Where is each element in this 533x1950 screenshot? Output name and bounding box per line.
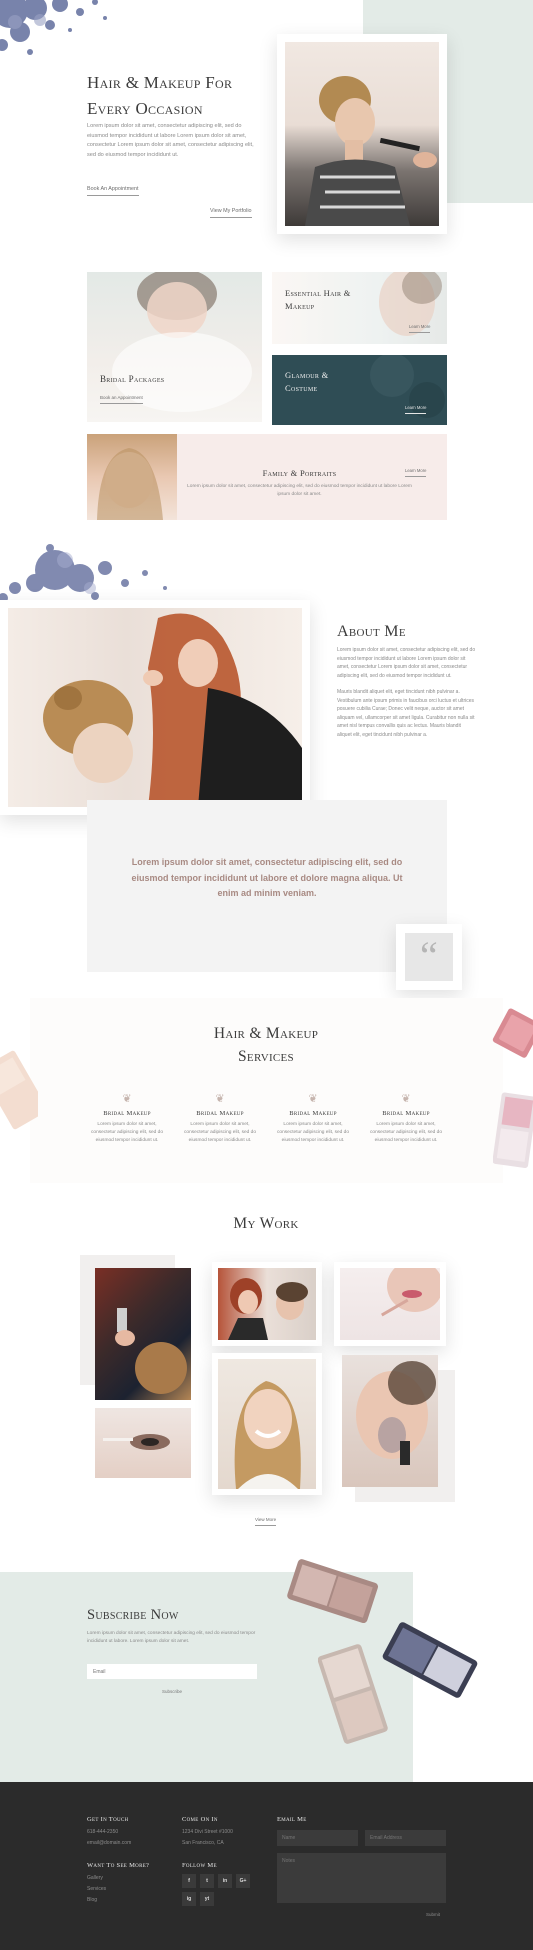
hero-photo [285,42,439,226]
service-item: ❦ Bridal Makeup Lorem ipsum dolor sit am… [180,1092,260,1145]
service-title: Bridal Makeup [382,1110,430,1117]
gallery-photo-brush[interactable] [342,1355,438,1487]
footer-come-title: Come On In [182,1816,218,1823]
subscribe-button[interactable]: Subscribe [155,1686,189,1696]
service-title: Bridal Makeup [103,1110,151,1117]
footer-notes-input[interactable] [277,1853,446,1903]
eyeshadow-palette-decoration-2 [317,1640,388,1750]
twitter-icon[interactable]: t [200,1874,214,1888]
quote-block: Lorem ipsum dolor sit amet, consectetur … [87,800,447,972]
about-photo-frame [0,600,310,815]
glamour-learn-more-link[interactable]: Learn More [405,405,427,414]
comb-icon: ❦ [308,1093,318,1105]
instagram-icon[interactable]: ig [182,1892,196,1906]
footer-more-title: Want To See More? [87,1862,150,1869]
service-item: ❦ Bridal Makeup Lorem ipsum dolor sit am… [87,1092,167,1145]
gallery-photo-hairspray[interactable] [95,1268,191,1400]
footer-touch-title: Get In Touch [87,1816,129,1823]
footer-link-services[interactable]: Services [87,1886,106,1892]
essential-learn-more-link[interactable]: Learn More [409,324,431,333]
footer: Get In Touch 618-444-2350 email@domain.c… [0,1782,533,1950]
glamour-package-title: Glamour & Costume [285,370,329,393]
service-text: Lorem ipsum dolor sit amet, consectetur … [184,1122,256,1143]
compact-powder-decoration-right-2 [492,1090,533,1169]
bridal-book-link[interactable]: Book an Appointment [100,395,143,404]
work-title: My Work [233,1215,299,1232]
quote-mark-box: “ [396,924,462,990]
about-photo [8,608,302,807]
subscribe-email-input[interactable] [87,1664,257,1679]
gallery-frame [334,1260,446,1346]
facebook-icon[interactable]: f [182,1874,196,1888]
footer-email[interactable]: email@domain.com [87,1840,131,1846]
youtube-icon[interactable]: yt [200,1892,214,1906]
hero-photo-frame [277,34,447,234]
quote-mark-icon: “ [419,933,439,978]
service-text: Lorem ipsum dolor sit amet, consectetur … [91,1122,163,1143]
quote-text: Lorem ipsum dolor sit amet, consectetur … [131,857,403,898]
about-title: About Me [337,623,406,640]
service-title: Bridal Makeup [196,1110,244,1117]
bridal-package-title: Bridal Packages [100,374,165,384]
gallery-photo-artist[interactable] [218,1268,316,1340]
essential-package-title: Essential Hair & Makeup [285,288,351,311]
glamour-package-card[interactable]: Glamour & Costume Learn More [272,355,447,425]
bridal-package-card[interactable]: Bridal Packages Book an Appointment [87,272,262,422]
view-portfolio-link[interactable]: View My Portfolio [210,208,252,218]
footer-submit-button[interactable]: Submit [420,1909,446,1919]
footer-address-2: San Francisco, CA [182,1840,224,1846]
comb-icon: ❦ [122,1093,132,1105]
family-package-text: Lorem ipsum dolor sit amet, consectetur … [187,484,412,497]
page: Hair & Makeup For Every Occasion Lorem i… [0,0,533,1950]
subscribe-title: Subscribe Now [87,1607,179,1623]
powder-splash-decoration [0,0,130,70]
footer-email-input[interactable] [365,1830,446,1846]
eyeshadow-palette-decoration [282,1558,382,1628]
about-text-1: Lorem ipsum dolor sit amet, consectetur … [337,647,476,679]
gallery-photo-eye[interactable] [95,1408,191,1478]
service-text: Lorem ipsum dolor sit amet, consectetur … [277,1122,349,1143]
hero-text: Lorem ipsum dolor sit amet, consectetur … [87,123,254,158]
family-package-title: Family & Portraits [262,468,337,478]
service-title: Bridal Makeup [289,1110,337,1117]
subscribe-text: Lorem ipsum dolor sit amet, consectetur … [87,1631,256,1645]
family-photo [87,434,177,520]
footer-follow-title: Follow Me [182,1862,217,1869]
footer-link-gallery[interactable]: Gallery [87,1875,103,1881]
service-item: ❦ Bridal Makeup Lorem ipsum dolor sit am… [273,1092,353,1145]
service-text: Lorem ipsum dolor sit amet, consectetur … [370,1122,442,1143]
comb-icon: ❦ [401,1093,411,1105]
essential-package-card[interactable]: Essential Hair & Makeup Learn More [272,272,447,344]
comb-icon: ❦ [215,1093,225,1105]
footer-phone: 618-444-2350 [87,1829,119,1835]
gallery-photo-smile[interactable] [218,1359,316,1489]
linkedin-icon[interactable]: in [218,1874,232,1888]
footer-name-input[interactable] [277,1830,358,1846]
about-text-2: Mauris blandit aliquet elit, eget tincid… [337,689,475,738]
gallery-frame [212,1353,322,1495]
book-appointment-link[interactable]: Book An Appointment [87,186,139,196]
view-more-link[interactable]: View More [255,1517,277,1526]
google-plus-icon[interactable]: G+ [236,1874,250,1888]
footer-email-me-title: Email Me [277,1816,307,1823]
family-package-card[interactable]: Family & Portraits Lorem ipsum dolor sit… [87,434,447,520]
gallery-photo-lips[interactable] [340,1260,443,1340]
gallery-frame [212,1262,322,1346]
footer-link-blog[interactable]: Blog [87,1897,97,1903]
services-title: Hair & Makeup Services [213,1025,319,1065]
compact-powder-decoration-left [0,1045,48,1135]
compact-powder-decoration-right [492,1008,533,1060]
hero-title: Hair & Makeup For Every Occasion [87,73,233,118]
service-item: ❦ Bridal Makeup Lorem ipsum dolor sit am… [366,1092,446,1145]
powder-splash-decoration-2 [0,538,195,606]
eyeshadow-palette-decoration-3 [380,1615,480,1705]
family-learn-more-link[interactable]: Learn More [405,468,427,477]
footer-address-1: 1234 Divi Street #1000 [182,1829,233,1835]
